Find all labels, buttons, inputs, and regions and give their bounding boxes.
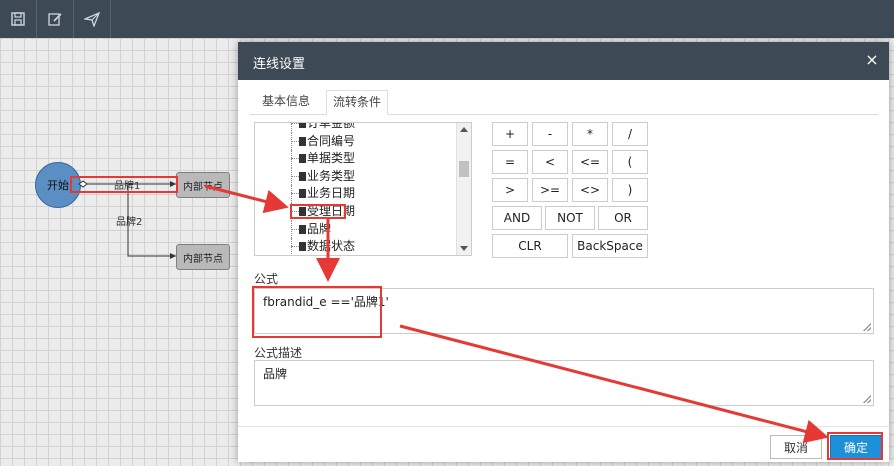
file-icon xyxy=(299,136,306,146)
edit-icon xyxy=(48,13,62,26)
dialog-tabs: 基本信息 流转条件 xyxy=(250,90,878,115)
dialog-title: 连线设置 xyxy=(253,57,306,72)
edit-button[interactable] xyxy=(37,0,74,38)
tree-scrollbar[interactable] xyxy=(456,123,471,255)
operator-button[interactable]: > xyxy=(492,178,528,202)
annotation-formula-highlight xyxy=(252,286,382,338)
field-tree[interactable]: 订单金额合同编号单据类型业务类型业务日期受理日期品牌数据状态交货日期发货日期 xyxy=(254,122,472,256)
save-icon xyxy=(11,12,25,26)
tree-item-label: 数据状态 xyxy=(307,239,356,254)
operator-button[interactable]: OR xyxy=(598,206,648,230)
operator-button[interactable]: >= xyxy=(532,178,568,202)
tree-item[interactable]: 受理日期 xyxy=(255,202,455,221)
field-tree-list: 订单金额合同编号单据类型业务类型业务日期受理日期品牌数据状态交货日期发货日期 xyxy=(255,122,455,255)
tree-item-label: 品牌 xyxy=(307,221,332,236)
tree-item-label: 业务日期 xyxy=(307,186,356,201)
edge-2-label[interactable]: 品牌2 xyxy=(116,213,142,228)
tree-item[interactable]: 单据类型 xyxy=(255,150,455,168)
operator-button[interactable]: BackSpace xyxy=(572,234,648,258)
scroll-thumb[interactable] xyxy=(459,161,469,177)
tree-item-label: 单据类型 xyxy=(307,151,356,166)
cancel-button[interactable]: 取消 xyxy=(770,435,822,459)
operator-button[interactable]: + xyxy=(492,122,528,146)
operator-button[interactable]: / xyxy=(612,122,648,146)
resize-grip-icon[interactable] xyxy=(863,323,871,331)
operator-button[interactable]: CLR xyxy=(492,234,568,258)
scroll-up-icon[interactable] xyxy=(460,127,468,132)
operator-button[interactable]: <> xyxy=(572,178,608,202)
connection-settings-dialog: 连线设置 × 基本信息 流转条件 订单金额合同编号单据类型业务类型业务日期 受理日… xyxy=(238,42,889,462)
annotation-edge-highlight xyxy=(70,176,178,193)
file-icon xyxy=(299,224,306,234)
tree-item[interactable]: 品牌 xyxy=(255,220,455,239)
dialog-header: 连线设置 × xyxy=(238,42,889,80)
tree-item-label: 业务类型 xyxy=(307,168,356,183)
operator-button[interactable]: AND xyxy=(492,206,542,230)
annotation-brand-highlight xyxy=(290,204,346,219)
tab-flow-conditions[interactable]: 流转条件 xyxy=(326,90,389,115)
tree-item[interactable]: 订单金额 xyxy=(255,122,455,133)
flow-start-label: 开始 xyxy=(47,179,69,192)
dialog-footer: 取消 确定 xyxy=(238,426,889,463)
operator-button[interactable]: * xyxy=(572,122,608,146)
tree-item[interactable]: 数据状态 xyxy=(255,238,455,255)
formula-desc-value: 品牌 xyxy=(263,367,288,381)
operator-button[interactable]: = xyxy=(492,150,528,174)
file-icon xyxy=(299,242,306,252)
operator-button[interactable]: < xyxy=(532,150,568,174)
formula-desc-input[interactable]: 品牌 xyxy=(254,360,874,406)
file-icon xyxy=(299,154,306,164)
formula-desc-label: 公式描述 xyxy=(254,346,303,360)
tree-item[interactable]: 合同编号 xyxy=(255,132,455,151)
operator-button[interactable]: <= xyxy=(572,150,608,174)
close-icon[interactable]: × xyxy=(863,51,881,69)
operator-button[interactable]: - xyxy=(532,122,568,146)
file-icon xyxy=(299,171,306,181)
resize-grip-icon[interactable] xyxy=(863,395,871,403)
save-button[interactable] xyxy=(0,0,37,38)
tree-item[interactable]: 业务日期 xyxy=(255,185,455,203)
operator-button[interactable]: NOT xyxy=(545,206,595,230)
annotation-ok-highlight xyxy=(827,432,883,460)
operator-button[interactable]: ) xyxy=(612,178,648,202)
file-icon xyxy=(299,123,306,128)
send-icon xyxy=(84,11,100,27)
flow-node-2-label: 内部节点 xyxy=(183,253,223,265)
tree-item-label: 订单金额 xyxy=(307,122,356,130)
tree-item-label: 合同编号 xyxy=(307,133,356,148)
formula-label: 公式 xyxy=(254,272,279,286)
tab-basic-info[interactable]: 基本信息 xyxy=(256,90,316,113)
scroll-down-icon[interactable] xyxy=(460,246,468,251)
tree-item[interactable]: 业务类型 xyxy=(255,167,455,186)
send-button[interactable] xyxy=(74,0,111,38)
flow-node-1-label: 内部节点 xyxy=(183,181,223,193)
file-icon xyxy=(299,189,306,199)
top-toolbar xyxy=(0,0,894,38)
flow-node-2[interactable]: 内部节点 xyxy=(176,244,230,270)
operator-button[interactable]: ( xyxy=(612,150,648,174)
flow-node-1[interactable]: 内部节点 xyxy=(176,172,230,198)
